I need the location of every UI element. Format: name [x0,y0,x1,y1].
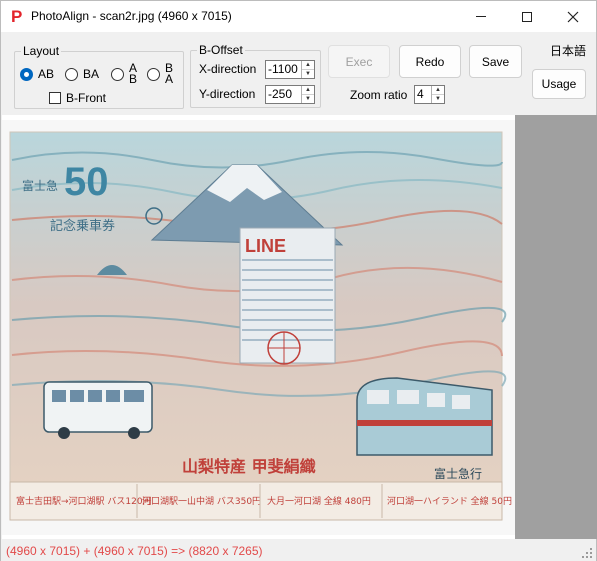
offset-group: B-Offset X-direction -1100 ▲ ▼ Y-directi… [190,43,321,108]
route-1: 富士吉田駅→河口湖駅 バス120円 [16,495,152,507]
empty-canvas-area [515,115,597,539]
radio-ba[interactable]: BA [65,67,99,81]
bfront-check-box[interactable] [49,92,61,104]
x-direction-value[interactable]: -1100 [266,61,301,78]
radio-a-over-b-bottom: B [129,72,138,86]
x-down-arrow-icon[interactable]: ▼ [302,70,314,78]
radio-b-over-a-dot[interactable] [147,67,160,81]
y-up-arrow-icon[interactable]: ▲ [302,86,314,95]
anniversary-number: 50 [64,160,109,204]
bfront-checkbox[interactable]: B-Front [49,91,106,105]
maximize-button[interactable] [504,1,550,32]
zoom-up-arrow-icon[interactable]: ▲ [432,86,444,95]
offset-legend: B-Offset [197,43,245,57]
x-direction-spinner[interactable]: -1100 ▲ ▼ [265,60,315,79]
minimize-button[interactable] [458,1,504,32]
y-direction-arrows[interactable]: ▲ ▼ [301,86,314,103]
poster-center-title: 山梨特産 甲斐絹織 [182,457,316,476]
window-title: PhotoAlign - scan2r.jpg (4960 x 7015) [31,9,232,23]
route-2: 河口湖駅一山中湖 バス350円 [142,495,261,507]
radio-ab[interactable]: AB [20,67,54,81]
minimize-icon [476,16,486,17]
radio-ab-dot[interactable] [20,67,33,81]
zoom-arrows[interactable]: ▲ ▼ [431,86,444,103]
radio-ba-label: BA [83,67,100,81]
title-bar[interactable]: P PhotoAlign - scan2r.jpg (4960 x 7015) [1,1,596,32]
close-button[interactable] [550,1,596,32]
route-3: 大月一河口湖 全線 480円 [267,495,371,507]
app-icon: P [11,7,23,26]
zoom-down-arrow-icon[interactable]: ▼ [432,95,444,103]
image-preview-area[interactable]: LINE 50 富士急 記念乗車券 山梨特産 甲斐絹織 富士急行 富士吉田駅→河… [2,115,597,539]
radio-b-over-a-bottom: A [165,72,174,86]
radio-a-over-b-label: A B [129,62,138,86]
bfront-label: B-Front [66,91,107,105]
zoom-ratio-value[interactable]: 4 [415,86,431,103]
x-direction-arrows[interactable]: ▲ ▼ [301,61,314,78]
radio-a-over-b-dot[interactable] [111,67,124,81]
x-up-arrow-icon[interactable]: ▲ [302,61,314,70]
resize-grip-icon[interactable] [582,548,592,558]
radio-b-over-a-label: B A [165,62,174,86]
poster-headline-bottom: 記念乗車券 [50,218,115,234]
radio-ba-dot[interactable] [65,67,78,81]
scanned-image: LINE 50 富士急 記念乗車券 山梨特産 甲斐絹織 富士急行 富士吉田駅→河… [2,120,515,535]
status-bar: (4960 x 7015) + (4960 x 7015) => (8820 x… [1,540,596,561]
poster-headline-top: 富士急 [22,178,58,193]
radio-a-over-b[interactable]: A B [111,62,138,86]
building-sign-text: LINE [245,236,286,256]
x-direction-label: X-direction [199,62,257,76]
photoalign-window: P PhotoAlign - scan2r.jpg (4960 x 7015) … [0,0,597,561]
maximize-icon [522,11,532,22]
layout-legend: Layout [21,44,62,58]
language-toggle[interactable]: 日本語 [550,42,586,59]
radio-b-over-a[interactable]: B A [147,62,174,86]
save-button[interactable]: Save [469,45,522,78]
exec-button[interactable]: Exec [328,45,390,78]
y-down-arrow-icon[interactable]: ▼ [302,95,314,103]
radio-ab-label: AB [38,67,55,81]
zoom-ratio-spinner[interactable]: 4 ▲ ▼ [414,85,445,104]
y-direction-spinner[interactable]: -250 ▲ ▼ [265,85,315,104]
redo-button[interactable]: Redo [399,45,461,78]
zoom-ratio-label: Zoom ratio [350,88,408,102]
poster-brand: 富士急行 [434,466,482,481]
route-4: 河口湖一ハイランド 全線 50円 [387,495,512,507]
y-direction-label: Y-direction [199,87,256,101]
close-icon [567,11,579,22]
layout-group: Layout AB BA A B B A B-Front [14,44,184,109]
usage-button[interactable]: Usage [532,69,586,99]
status-text: (4960 x 7015) + (4960 x 7015) => (8820 x… [6,544,263,558]
y-direction-value[interactable]: -250 [266,86,301,103]
scanned-poster-illustration: LINE 50 富士急 記念乗車券 山梨特産 甲斐絹織 富士急行 富士吉田駅→河… [9,131,512,521]
